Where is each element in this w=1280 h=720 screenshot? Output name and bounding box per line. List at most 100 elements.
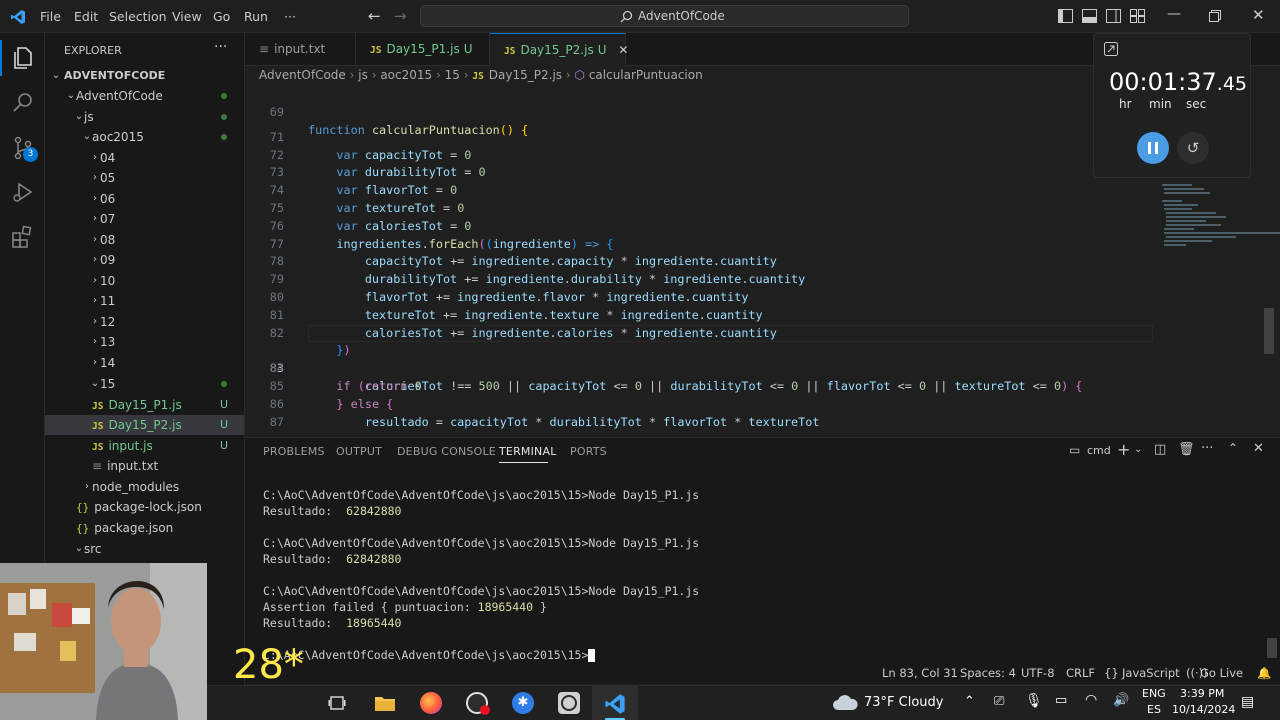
encoding[interactable]: UTF-8 xyxy=(1021,666,1055,680)
tree-file[interactable]: JS Day15_P1.js U xyxy=(45,395,244,415)
tree-file[interactable]: {} package.json xyxy=(45,518,244,538)
back-arrow-icon[interactable]: ← xyxy=(368,7,381,25)
tree-folder[interactable]: › 12 xyxy=(45,312,244,332)
terminal-shell-name[interactable]: cmd xyxy=(1087,444,1111,457)
tree-folder[interactable]: › node_modules xyxy=(45,477,244,497)
tree-file[interactable]: ≡ input.txt xyxy=(45,456,244,476)
pause-button[interactable] xyxy=(1137,132,1169,164)
terminal-shell-icon[interactable]: ▭ xyxy=(1069,443,1080,457)
task-view-icon[interactable] xyxy=(328,694,346,712)
firefox-icon[interactable] xyxy=(420,692,442,714)
breadcrumb-item[interactable]: Day15_P2.js xyxy=(489,68,562,82)
breadcrumb-item[interactable]: aoc2015 xyxy=(380,68,432,82)
close-window-icon[interactable]: ✕ xyxy=(1252,6,1265,24)
terminal-scrollbar[interactable] xyxy=(1267,638,1277,658)
split-terminal-icon[interactable]: ◫ xyxy=(1154,442,1166,457)
indentation[interactable]: Spaces: 4 xyxy=(960,666,1016,680)
search-activity-icon[interactable] xyxy=(10,90,36,116)
tree-folder[interactable]: ⌄ aoc2015 xyxy=(45,127,244,147)
wifi-icon[interactable]: ◠ xyxy=(1085,692,1097,708)
customize-layout-icon[interactable] xyxy=(1130,9,1145,23)
tab-day15-p2[interactable]: JS Day15_P2.js U ✕ xyxy=(490,33,628,66)
close-panel-icon[interactable]: ✕ xyxy=(1253,441,1264,456)
tree-file[interactable]: JS Day15_P2.js U xyxy=(45,415,244,435)
input-language[interactable]: ENG xyxy=(1142,687,1166,700)
breadcrumb-item[interactable]: 15 xyxy=(445,68,460,82)
panel-tab-output[interactable]: OUTPUT xyxy=(336,445,382,458)
go-live-button[interactable]: Go Live xyxy=(1200,666,1243,680)
screen-capture-icon[interactable]: ⎚ xyxy=(994,694,1004,709)
tree-folder[interactable]: ⌄ 15 xyxy=(45,374,244,394)
toggle-secondary-sidebar-icon[interactable] xyxy=(1106,9,1121,23)
trash-icon[interactable]: 🗑 xyxy=(1178,442,1195,457)
toggle-panel-icon[interactable] xyxy=(1082,9,1097,23)
panel-tab-ports[interactable]: PORTS xyxy=(570,445,607,458)
vscode-taskbar-button[interactable] xyxy=(592,686,638,720)
input-language-layout[interactable]: ES xyxy=(1147,703,1161,716)
forward-arrow-icon[interactable]: → xyxy=(394,7,407,25)
explorer-files-icon[interactable] xyxy=(10,45,36,71)
maximize-panel-icon[interactable]: ⌃ xyxy=(1228,441,1238,455)
explorer-more-icon[interactable]: ··· xyxy=(214,39,227,55)
tree-folder[interactable]: ⌄ js xyxy=(45,107,244,127)
panel-tab-problems[interactable]: PROBLEMS xyxy=(263,445,325,458)
minimize-icon[interactable]: — xyxy=(1167,6,1181,22)
menu-go[interactable]: Go xyxy=(213,9,230,24)
panel-tab-debug-console[interactable]: DEBUG CONSOLE xyxy=(397,445,496,458)
battery-icon[interactable]: ▭ xyxy=(1055,693,1067,708)
chevron-down-icon[interactable]: ⌄ xyxy=(1134,444,1142,455)
file-explorer-icon[interactable] xyxy=(374,693,396,713)
tree-file[interactable]: {} package-lock.json xyxy=(45,497,244,517)
tree-folder[interactable]: › 04 xyxy=(45,148,244,168)
breadcrumb-item[interactable]: AdventOfCode xyxy=(259,68,346,82)
breadcrumb-item[interactable]: js xyxy=(358,68,368,82)
tab-input-txt[interactable]: ≡ input.txt xyxy=(245,33,356,66)
tree-folder[interactable]: ⌄ src xyxy=(45,539,244,559)
tree-file[interactable]: JS input.js U xyxy=(45,436,244,456)
panel-tab-terminal[interactable]: TERMINAL xyxy=(499,445,557,458)
tree-folder[interactable]: › 13 xyxy=(45,332,244,352)
tab-day15-p1[interactable]: JS Day15_P1.js U xyxy=(356,33,490,66)
workspace-root[interactable]: ⌄ ADVENTOFCODE xyxy=(45,66,244,86)
run-debug-icon[interactable] xyxy=(10,179,36,205)
clock-date[interactable]: 10/14/2024 xyxy=(1172,703,1235,716)
end-of-line[interactable]: CRLF xyxy=(1066,666,1095,680)
breadcrumb-item[interactable]: calcularPuntuacion xyxy=(589,68,703,82)
close-tab-icon[interactable]: ✕ xyxy=(618,43,628,57)
settings-gear-icon[interactable]: ✱ xyxy=(512,692,534,714)
clock-time[interactable]: 3:39 PM xyxy=(1180,687,1224,700)
menu-view[interactable]: View xyxy=(172,9,202,24)
volume-icon[interactable]: 🔊 xyxy=(1113,693,1129,708)
more-actions-icon[interactable]: ··· xyxy=(1201,441,1213,456)
restore-icon[interactable] xyxy=(1209,10,1221,22)
microphone-icon[interactable]: 🎙 xyxy=(1025,693,1043,709)
extensions-icon[interactable] xyxy=(10,224,36,250)
tree-folder[interactable]: › 07 xyxy=(45,209,244,229)
menu-more[interactable]: ··· xyxy=(284,9,296,24)
menu-file[interactable]: File xyxy=(40,9,61,24)
tree-folder[interactable]: ⌄ AdventOfCode xyxy=(45,86,244,106)
tree-folder[interactable]: › 08 xyxy=(45,230,244,250)
command-center-search[interactable]: AdventOfCode xyxy=(420,5,909,27)
obs-icon[interactable] xyxy=(466,692,490,715)
menu-edit[interactable]: Edit xyxy=(74,9,98,24)
tree-folder[interactable]: › 06 xyxy=(45,189,244,209)
cursor-position[interactable]: Ln 83, Col 31 xyxy=(882,666,958,680)
tree-folder[interactable]: › 11 xyxy=(45,291,244,311)
notification-center-icon[interactable]: ▤ xyxy=(1241,694,1254,710)
expand-icon[interactable] xyxy=(1104,42,1118,56)
tree-folder[interactable]: › 05 xyxy=(45,168,244,188)
chevron-up-icon[interactable]: ⌃ xyxy=(964,694,975,709)
tree-folder[interactable]: › 14 xyxy=(45,353,244,373)
menu-selection[interactable]: Selection xyxy=(109,9,167,24)
new-terminal-icon[interactable]: + xyxy=(1117,440,1130,459)
menu-run[interactable]: Run xyxy=(244,9,268,24)
tree-folder[interactable]: › 09 xyxy=(45,250,244,270)
clock-app-icon[interactable] xyxy=(558,692,580,714)
language-mode[interactable]: JavaScript xyxy=(1122,666,1180,680)
weather-text[interactable]: 73°F Cloudy xyxy=(864,695,943,710)
tree-folder[interactable]: › 10 xyxy=(45,271,244,291)
reset-button[interactable]: ↺ xyxy=(1177,132,1209,164)
notifications-bell-icon[interactable]: 🔔 xyxy=(1257,666,1271,680)
toggle-primary-sidebar-icon[interactable] xyxy=(1058,9,1073,23)
